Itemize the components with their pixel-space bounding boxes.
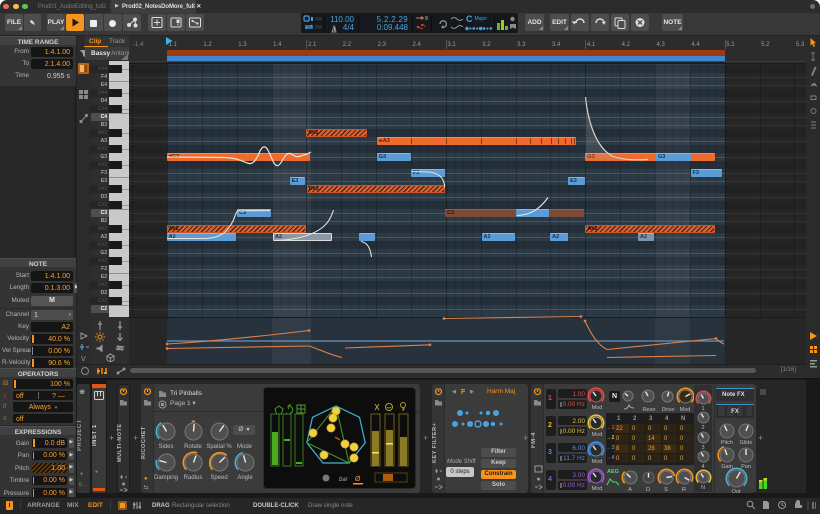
svg-text:bar: bar: [339, 477, 349, 483]
svg-text:Ø: Ø: [355, 476, 361, 483]
